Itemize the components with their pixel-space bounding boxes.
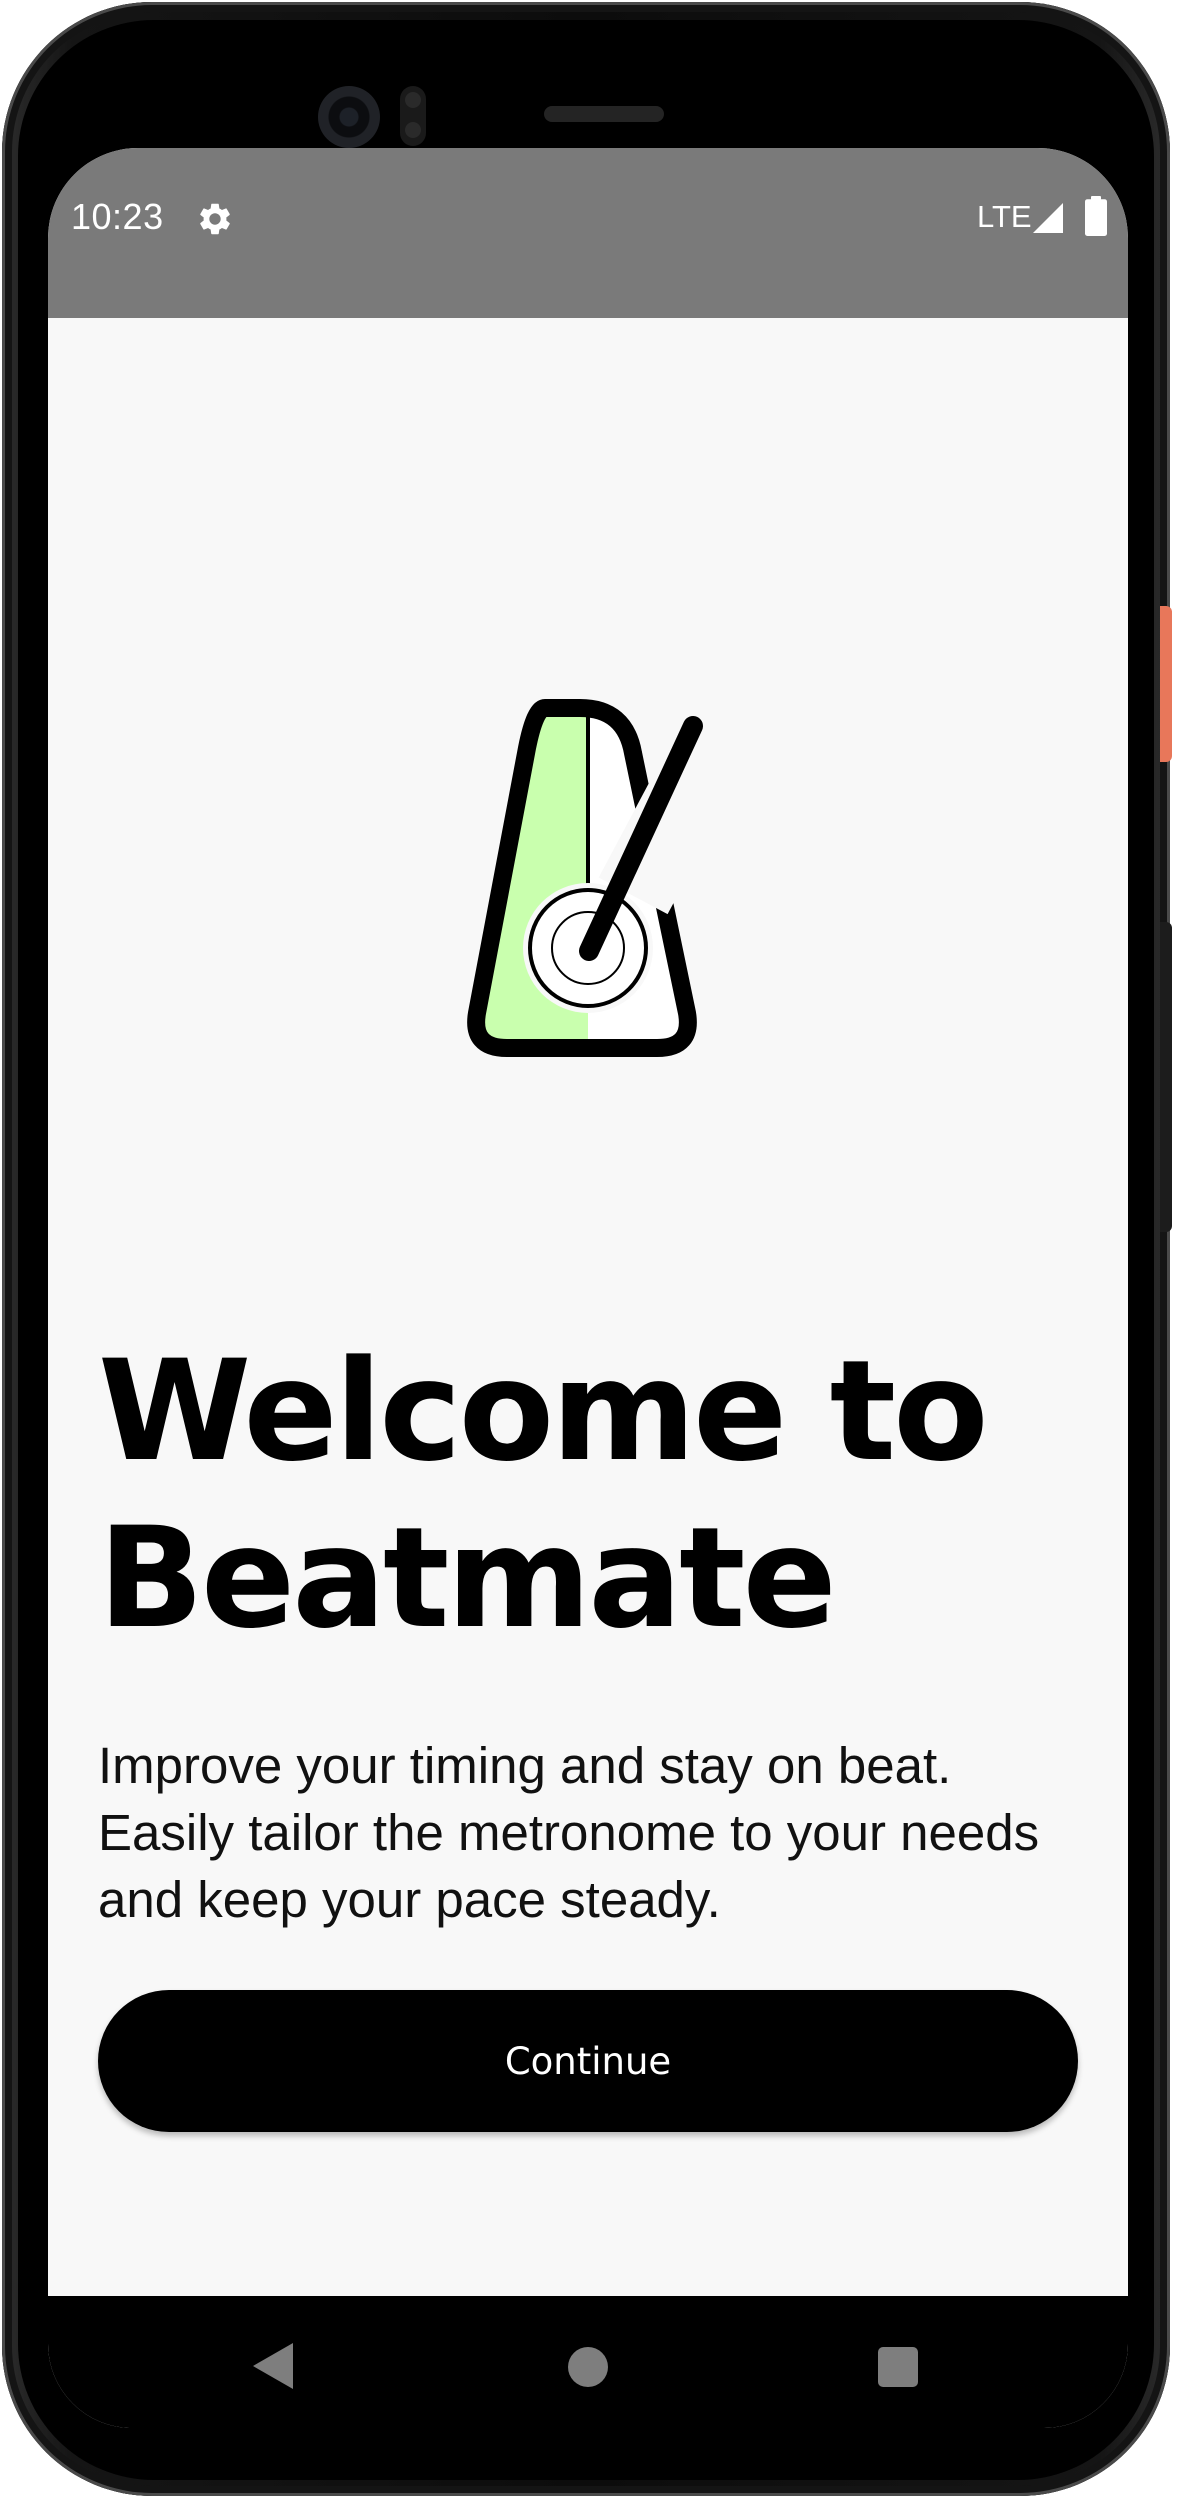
continue-button[interactable]: Continue [98,1990,1078,2132]
volume-button[interactable] [1160,922,1172,1232]
gear-icon [200,203,230,235]
metronome-icon [467,699,711,1057]
recents-icon[interactable] [878,2347,918,2387]
navigation-bar [48,2296,1128,2428]
onboarding-screen: Welcome to Beatmate Improve your timing … [48,318,1128,2296]
signal-icon [1033,203,1063,233]
proximity-sensor [400,86,426,146]
welcome-subtitle: Improve your timing and stay on beat. Ea… [98,1737,1040,1928]
home-icon[interactable] [568,2347,608,2387]
screen: 10:23 LTE Welcome to Beatmate Improve yo… [48,148,1128,2428]
earpiece-speaker [544,106,664,122]
back-icon[interactable] [253,2343,293,2389]
front-camera [318,86,380,148]
welcome-title: Welcome to Beatmate [98,1330,989,1659]
battery-icon [1085,196,1107,236]
status-bar: 10:23 LTE [48,148,1128,318]
status-time: 10:23 [71,196,164,237]
phone-frame: 10:23 LTE Welcome to Beatmate Improve yo… [2,2,1172,2496]
continue-button-label: Continue [504,2039,672,2083]
power-button[interactable] [1160,606,1172,762]
network-type-label: LTE [977,199,1032,234]
